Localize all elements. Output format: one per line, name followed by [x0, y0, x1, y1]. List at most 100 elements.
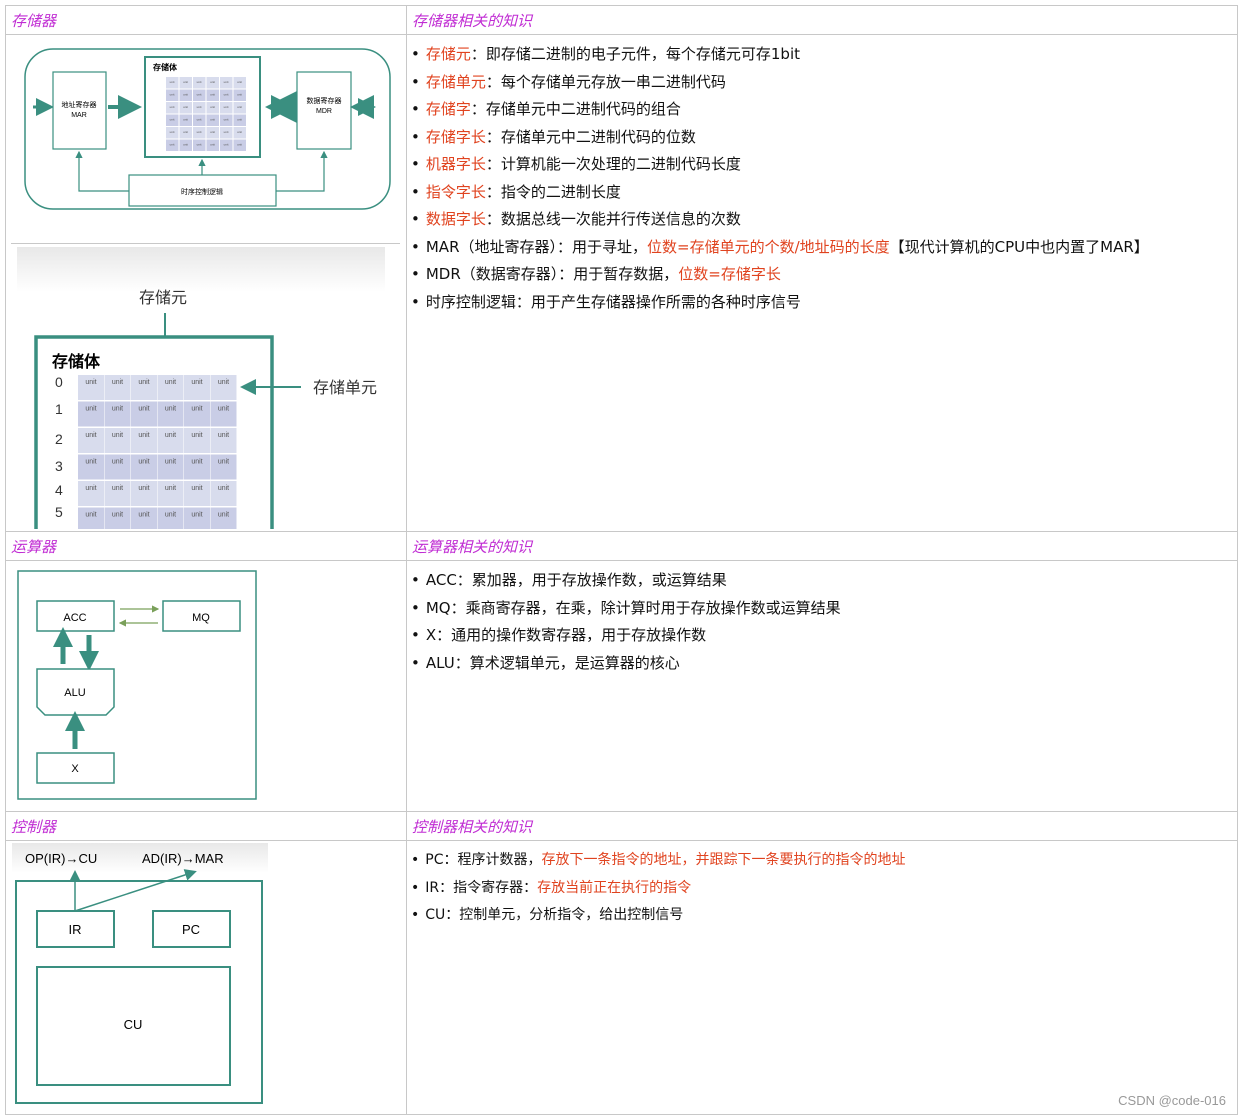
timing-logic-label: 时序控制逻辑 — [181, 187, 223, 196]
memory-notes-header-cell: 存储器相关的知识 — [406, 5, 1238, 35]
mdr-label-en: MDR — [316, 108, 332, 115]
unit-cell-label: unit — [237, 93, 242, 97]
unit-cell-label: unit — [218, 485, 229, 492]
unit-cell-label: unit — [165, 512, 176, 519]
unit-cell-label: unit — [237, 80, 242, 84]
row-address-label: 1 — [55, 401, 63, 417]
alu-notes-cell: ACC：累加器，用于存放操作数，或运算结果MQ：乘商寄存器，在乘，除计算时用于存… — [406, 560, 1238, 812]
memory-note-text: ：计算机能一次处理的二进制代码长度 — [485, 155, 741, 173]
unit-cell-label: unit — [138, 459, 149, 466]
acc-label: ACC — [63, 612, 86, 624]
memory-note-text: ：数据总线一次能并行传送信息的次数 — [485, 210, 741, 228]
unit-cell-label: unit — [85, 512, 96, 519]
alu-header-row: 运算器 运算器相关的知识 — [5, 531, 1238, 561]
mar-note-post: 【现代计算机的CPU中也内置了MAR】 — [889, 237, 1149, 256]
x-label: X — [71, 763, 79, 775]
alu-diagram-cell: ACC MQ ALU X — [5, 560, 407, 812]
unit-cell-label: unit — [197, 105, 202, 109]
memory-note: 存储字长：存储单元中二进制代码的位数 — [411, 124, 1237, 152]
row-address-label: 5 — [55, 504, 63, 520]
unit-cell-label: unit — [224, 118, 229, 122]
memory-note-term: 存储字 — [425, 100, 471, 118]
mq-label: MQ — [192, 612, 210, 624]
unit-cell-label: unit — [218, 432, 229, 439]
cu-notes-cell: PC：程序计数器，存放下一条指令的地址，并跟踪下一条要执行的指令的地址IR：指令… — [406, 840, 1238, 1115]
memory-note-text: ：每个存储单元存放一串二进制代码 — [485, 72, 726, 91]
alu-note: X：通用的操作数寄存器，用于存放操作数 — [411, 622, 1237, 650]
unit-cell-label: unit — [197, 130, 202, 134]
memory-note: 存储元：即存储二进制的电子元件，每个存储元可存1bit — [411, 41, 1237, 69]
unit-cell-label: unit — [170, 143, 175, 147]
alu-content-row: ACC MQ ALU X ACC：累加器，用于存放操作数，或运算结果MQ：乘商寄… — [5, 560, 1238, 812]
unit-cell-label: unit — [218, 512, 229, 519]
memory-note: 存储字：存储单元中二进制代码的组合 — [411, 96, 1237, 124]
unit-cell-label: unit — [197, 80, 202, 84]
unit-cell-label: unit — [210, 118, 215, 122]
memory-note: 指令字长：指令的二进制长度 — [411, 179, 1237, 207]
alu-header: 运算器 — [11, 538, 57, 556]
mar-note-red: 位数=存储单元的个数/地址码的长度 — [647, 237, 890, 256]
row-address-label: 4 — [55, 482, 63, 498]
cu-label: CU — [124, 1017, 143, 1032]
memory-note-term: 指令字长 — [425, 182, 486, 201]
memory-note-term: 存储单元 — [425, 72, 486, 91]
unit-cell-label: unit — [85, 459, 96, 466]
mar-box — [52, 71, 107, 150]
cu-notes-list: PC：程序计数器，存放下一条指令的地址，并跟踪下一条要执行的指令的地址IR：指令… — [407, 841, 1237, 930]
memory-note-text: ：存储单元中二进制代码的组合 — [470, 100, 681, 118]
unit-cell-label: unit — [191, 379, 202, 386]
op-ir-label: OP(IR)→CU — [25, 851, 97, 866]
cu-note: PC：程序计数器，存放下一条指令的地址，并跟踪下一条要执行的指令的地址 — [411, 847, 1237, 875]
unit-cell-label: unit — [197, 93, 202, 97]
unit-cell-label: unit — [237, 130, 242, 134]
memory-note-text: ：即存储二进制的电子元件，每个存储元可存1bit — [470, 45, 800, 63]
cu-note-text: IR：指令寄存器： — [425, 879, 538, 896]
memory-header-row: 存储器 存储器相关的知识 — [5, 5, 1238, 35]
unit-cell-label: unit — [191, 406, 202, 413]
storage-body-title-large: 存储体 — [52, 352, 101, 371]
unit-cell-label: unit — [237, 143, 242, 147]
unit-cell-label: unit — [112, 432, 123, 439]
unit-cell-label: unit — [138, 512, 149, 519]
unit-cell-label: unit — [170, 105, 175, 109]
cu-header-cell: 控制器 — [5, 811, 407, 841]
unit-cell-label: unit — [112, 459, 123, 466]
unit-cell-label: unit — [210, 105, 215, 109]
unit-cell-label: unit — [224, 105, 229, 109]
unit-cell-label: unit — [112, 512, 123, 519]
alu-header-cell: 运算器 — [5, 531, 407, 561]
unit-cell-label: unit — [85, 379, 96, 386]
unit-cell-label: unit — [183, 105, 188, 109]
unit-cell-label: unit — [165, 459, 176, 466]
row-address-label: 2 — [55, 431, 63, 447]
memory-notes-cell: 存储元：即存储二进制的电子元件，每个存储元可存1bit 存储单元：每个存储单元存放… — [406, 34, 1238, 532]
cu-notes-header-cell: 控制器相关的知识 — [406, 811, 1238, 841]
watermark: CSDN @code-016 — [1118, 1093, 1226, 1108]
mar-note: MAR（地址寄存器）：用于寻址，位数=存储单元的个数/地址码的长度【现代计算机的… — [411, 234, 1237, 262]
unit-cell-label: unit — [170, 93, 175, 97]
unit-cell-label: unit — [138, 485, 149, 492]
alu-note: ALU：算术逻辑单元，是运算器的核心 — [411, 650, 1237, 678]
unit-cell-label: unit — [165, 432, 176, 439]
cu-header-row: 控制器 控制器相关的知识 — [5, 811, 1238, 841]
storage-body-title: 存储体 — [152, 62, 178, 72]
cu-note-highlight: 存放下一条指令的地址，并跟踪下一条要执行的指令的地址 — [541, 852, 906, 868]
unit-cell-label: unit — [170, 130, 175, 134]
cu-note-text: CU：控制单元，分析指令，给出控制信号 — [425, 907, 684, 923]
unit-cell-label: unit — [183, 80, 188, 84]
unit-cell-label: unit — [85, 406, 96, 413]
unit-cell-label: unit — [191, 459, 202, 466]
alu-label: ALU — [64, 687, 85, 699]
unit-cell-label: unit — [165, 485, 176, 492]
mdr-note-red: 位数=存储字长 — [678, 265, 781, 283]
memory-note-text: ：存储单元中二进制代码的位数 — [485, 127, 696, 146]
alu-note: ACC：累加器，用于存放操作数，或运算结果 — [411, 567, 1237, 595]
cu-note-text: PC：程序计数器， — [425, 852, 542, 868]
alu-notes-header-cell: 运算器相关的知识 — [406, 531, 1238, 561]
memory-header-cell: 存储器 — [5, 5, 407, 35]
mar-note-pre: MAR（地址寄存器）：用于寻址， — [425, 237, 647, 256]
unit-cell-label: unit — [183, 93, 188, 97]
unit-cell-label: unit — [218, 406, 229, 413]
alu-notes-list: ACC：累加器，用于存放操作数，或运算结果MQ：乘商寄存器，在乘，除计算时用于存… — [407, 561, 1237, 677]
unit-cell-label: unit — [191, 485, 202, 492]
